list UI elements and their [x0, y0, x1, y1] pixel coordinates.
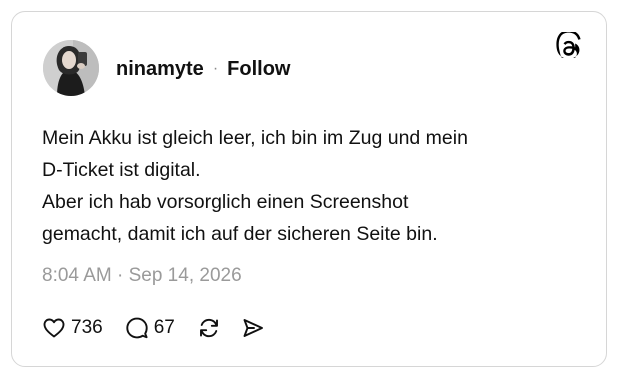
share-button[interactable] [241, 316, 265, 340]
post-text-line: Mein Akku ist gleich leer, ich bin im Zu… [42, 127, 468, 149]
reply-count: 67 [153, 317, 175, 338]
reply-button[interactable]: 67 [125, 316, 175, 340]
action-bar: 736 67 [42, 315, 265, 341]
threads-logo-icon[interactable] [556, 32, 582, 58]
heart-icon [43, 318, 65, 338]
username[interactable]: ninamyte [116, 58, 204, 81]
post-text-line: Aber ich hab vorsorglich einen Screensho… [42, 191, 409, 213]
comment-bubble-icon [126, 317, 148, 339]
post-text: Mein Akku ist gleich leer, ich bin im Zu… [42, 122, 582, 250]
post-timestamp[interactable]: 8:04 AM · Sep 14, 2026 [42, 265, 242, 287]
post-text-line: gemacht, damit ich auf der sicheren Seit… [42, 223, 438, 245]
send-icon [243, 319, 263, 337]
avatar[interactable] [43, 40, 99, 96]
repost-button[interactable] [197, 316, 221, 340]
post-text-line: D-Ticket ist digital. [42, 159, 201, 181]
repost-icon [199, 318, 218, 338]
like-button[interactable]: 736 [42, 316, 103, 340]
separator-dot: · [212, 60, 219, 77]
post-card: ninamyte · Follow Mein Akku ist gleich l… [11, 11, 607, 367]
like-count: 736 [71, 317, 103, 338]
post-header: ninamyte · Follow [116, 56, 290, 82]
avatar-image [43, 40, 99, 96]
follow-button[interactable]: Follow [227, 58, 290, 81]
